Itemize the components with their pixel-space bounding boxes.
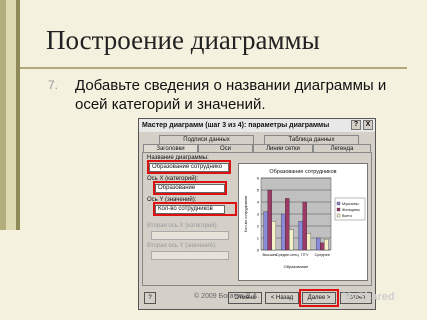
close-icon[interactable]: X — [363, 120, 373, 130]
secondary-y-axis-label: Вторая ось Y (значений): — [147, 243, 217, 249]
title-rule — [20, 67, 407, 69]
tab-panel: Название диаграммы: Образование сотрудни… — [142, 152, 372, 286]
x-axis-title: Образование — [284, 264, 310, 269]
bar — [324, 239, 329, 251]
x-tick-label: Среднее — [315, 253, 330, 257]
chart-wizard-dialog: Мастер диаграмм (шаг 3 из 4): параметры … — [138, 118, 376, 310]
y-tick-label: 4 — [257, 200, 260, 205]
secondary-x-axis-input — [151, 231, 229, 240]
tab-data-labels[interactable]: Подписи данных — [159, 135, 254, 144]
legend-swatch — [336, 201, 341, 206]
y-axis-title: Кол-во сотрудников — [243, 196, 248, 233]
chart-svg: Образование сотрудников0123456ВысшееСред… — [243, 169, 366, 269]
slide-title: Построение диаграммы — [46, 25, 320, 55]
highlight-box — [147, 160, 231, 174]
bar — [306, 233, 312, 251]
y-tick-label: 2 — [257, 224, 260, 229]
slide-left-bar — [0, 0, 20, 230]
highlight-box — [153, 181, 227, 195]
copyright-text: © 2009 Богатов В.А. — [194, 293, 260, 300]
bar — [280, 213, 286, 251]
bar — [285, 198, 290, 251]
bar — [298, 221, 303, 251]
highlight-box — [299, 289, 339, 307]
bar — [320, 242, 325, 251]
y-tick-label: 1 — [257, 236, 260, 241]
bar — [302, 201, 307, 251]
back-button[interactable]: < Назад — [265, 292, 299, 304]
dialog-title-bar: Мастер диаграмм (шаг 3 из 4): параметры … — [139, 119, 375, 132]
dialog-title: Мастер диаграмм (шаг 3 из 4): параметры … — [142, 122, 330, 129]
bar — [263, 211, 268, 251]
y-tick-label: 6 — [257, 176, 260, 181]
x-tick-label: Средне-спец — [276, 253, 300, 257]
help-button[interactable]: ? — [144, 292, 156, 304]
secondary-y-axis-input — [151, 251, 229, 260]
secondary-x-axis-label: Вторая ось X (категорий): — [147, 223, 219, 229]
bar — [271, 221, 277, 251]
legend-swatch — [336, 207, 341, 212]
chart-title: Образование сотрудников — [269, 169, 336, 175]
x-tick-label: Высшее — [263, 253, 277, 257]
legend-label: Женщины — [342, 208, 360, 212]
y-tick-label: 5 — [257, 188, 260, 193]
legend-label: Мужчины — [342, 202, 359, 206]
tab-data-table[interactable]: Таблица данных — [264, 135, 359, 144]
bar — [289, 229, 294, 251]
y-tick-label: 0 — [257, 248, 260, 253]
highlight-box — [153, 202, 237, 216]
legend-label: Всего — [342, 214, 352, 218]
watermark-text: MyShared — [342, 291, 395, 303]
help-title-button[interactable]: ? — [351, 120, 361, 130]
bar — [315, 237, 321, 251]
bullet-text: Добавьте сведения о названии диаграммы и… — [75, 77, 387, 113]
left-bar-edge — [16, 0, 20, 230]
x-tick-label: ПТУ — [301, 253, 309, 257]
bullet-number: 7. — [48, 78, 59, 92]
left-bar-stripe — [0, 0, 6, 230]
y-tick-label: 3 — [257, 212, 260, 217]
chart-preview: Образование сотрудников 0 1 2 3 4 5 6 Высшее Сред… — [238, 163, 368, 281]
legend-swatch — [336, 213, 341, 218]
bar — [267, 189, 272, 251]
